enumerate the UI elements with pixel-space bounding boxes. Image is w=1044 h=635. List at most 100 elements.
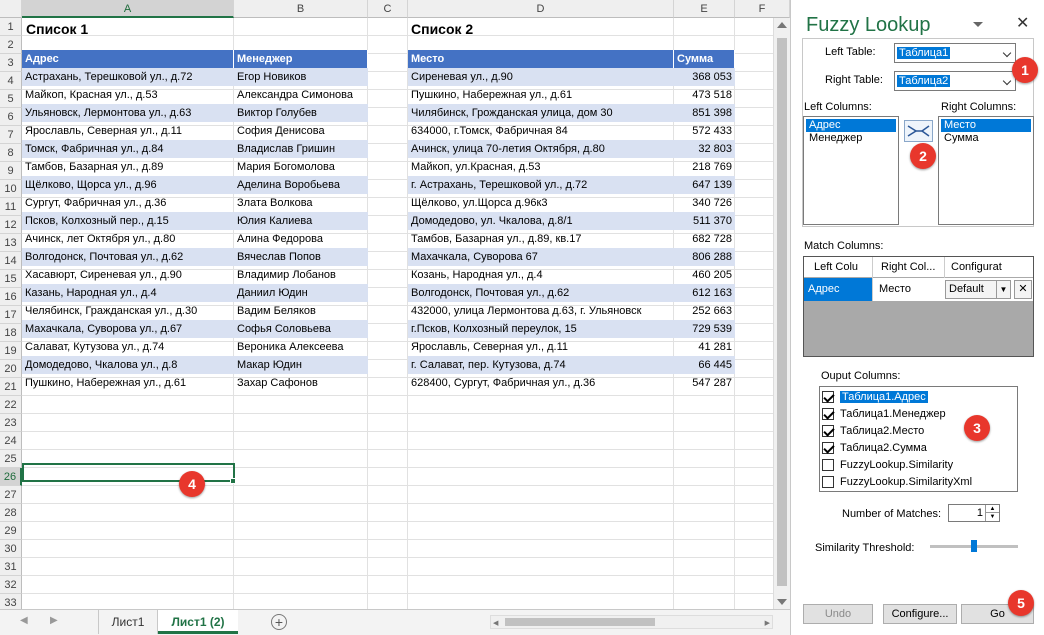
vertical-scroll-thumb[interactable] [777,38,787,586]
delete-match-icon[interactable]: ✕ [1014,280,1032,299]
row-header-10[interactable]: 10 [0,180,22,198]
table-cell[interactable]: Чилябинск, Грожданская улица, дом 30 [408,104,674,122]
row-header-16[interactable]: 16 [0,288,22,306]
row-header-19[interactable]: 19 [0,342,22,360]
table-cell[interactable]: Егор Новиков [234,68,368,86]
table-cell[interactable]: Волгодонск, Почтовая ул., д.62 [22,248,234,266]
checkbox[interactable] [822,425,834,437]
table-cell[interactable]: Челябинск, Гражданская ул., д.30 [22,302,234,320]
table-cell[interactable]: Мария Богомолова [234,158,368,176]
table-cell[interactable]: 572 433 [674,122,735,140]
table-cell[interactable]: Ачинск, улица 70-летия Октября, д.80 [408,140,674,158]
table-cell[interactable]: Захар Сафонов [234,374,368,392]
table-cell[interactable]: 460 205 [674,266,735,284]
row-header-5[interactable]: 5 [0,90,22,108]
undo-button[interactable]: Undo [803,604,873,624]
spreadsheet[interactable]: A B C D E F 1 2 3 4 5 6 7 8 9 10 11 12 13 14 15 16 17 18 1… [0,0,790,635]
fill-handle[interactable] [230,478,236,484]
close-icon[interactable]: ✕ [1016,13,1029,33]
row-header-23[interactable]: 23 [0,414,22,432]
row-header-21[interactable]: 21 [0,378,22,396]
output-column-item[interactable]: FuzzyLookup.Similarity [822,457,1015,474]
table-cell[interactable]: Казань, Народная ул., д.4 [22,284,234,302]
row-header-29[interactable]: 29 [0,522,22,540]
row-header-3[interactable]: 3 [0,54,22,72]
row-header-32[interactable]: 32 [0,576,22,594]
match-columns-row[interactable]: Адрес Место Default ▼ ✕ [804,278,1033,301]
left-table-combo[interactable]: Таблица1 [894,43,1016,63]
row-header-15[interactable]: 15 [0,270,22,288]
select-all-corner[interactable] [0,0,22,18]
output-column-item[interactable]: Таблица2.Сумма [822,440,1015,457]
row-header-12[interactable]: 12 [0,216,22,234]
table-cell[interactable]: Сургут, Фабричная ул., д.36 [22,194,234,212]
number-of-matches-input[interactable]: 1 ▲ ▼ [948,504,1000,522]
table-cell[interactable]: Вадим Беляков [234,302,368,320]
table-cell[interactable]: 368 053 [674,68,735,86]
row-header-6[interactable]: 6 [0,108,22,126]
row-header-13[interactable]: 13 [0,234,22,252]
horizontal-scrollbar[interactable]: ◀ ▶ [490,615,773,629]
column-header-e[interactable]: E [674,0,735,18]
table-cell[interactable]: Майкоп, ул.Красная, д.53 [408,158,674,176]
row-header-25[interactable]: 25 [0,450,22,468]
table-cell[interactable]: 634000, г.Томск, Фабричная 84 [408,122,674,140]
row-header-4[interactable]: 4 [0,72,22,90]
table-cell[interactable]: Ульяновск, Лермонтова ул., д.63 [22,104,234,122]
table-cell[interactable]: Юлия Калиева [234,212,368,230]
scroll-down-icon[interactable] [777,599,787,605]
table-cell[interactable]: 647 139 [674,176,735,194]
row-header-24[interactable]: 24 [0,432,22,450]
table-cell[interactable]: Домодедово, Чкалова ул., д.8 [22,356,234,374]
row-header-30[interactable]: 30 [0,540,22,558]
table-cell[interactable]: г. Астрахань, Терешковой ул., д.72 [408,176,674,194]
table-cell[interactable]: Пушкино, Набережная ул., д.61 [22,374,234,392]
table-cell[interactable]: Домодедово, ул. Чкалова, д.8/1 [408,212,674,230]
column-header-c[interactable]: C [368,0,408,18]
column-header-a[interactable]: A [22,0,234,18]
table-cell[interactable]: Сиреневая ул., д.90 [408,68,674,86]
add-sheet-icon[interactable]: + [271,614,287,630]
left-column-item[interactable]: Адрес [806,119,896,132]
table-cell[interactable]: Злата Волкова [234,194,368,212]
similarity-slider-thumb[interactable] [971,540,977,552]
configure-button[interactable]: Configure... [883,604,957,624]
scroll-right-icon[interactable]: ▶ [765,619,770,627]
table-cell[interactable]: Аделина Воробьева [234,176,368,194]
table-cell[interactable]: София Денисова [234,122,368,140]
table-cell[interactable]: Псков, Колхозный пер., д.15 [22,212,234,230]
panel-options-icon[interactable] [973,22,983,27]
table-cell[interactable]: 340 726 [674,194,735,212]
row-header-17[interactable]: 17 [0,306,22,324]
table-cell[interactable]: 218 769 [674,158,735,176]
table-cell[interactable]: 628400, Сургут, Фабричная ул., д.36 [408,374,674,392]
table-cell[interactable]: Махачкала, Суворова ул., д.67 [22,320,234,338]
row-header-1[interactable]: 1 [0,18,22,36]
table-cell[interactable]: 32 803 [674,140,735,158]
row-header-8[interactable]: 8 [0,144,22,162]
right-column-item[interactable]: Сумма [941,132,1031,145]
match-row-left[interactable]: Адрес [804,278,872,301]
right-table-combo[interactable]: Таблица2 [894,71,1016,91]
table-cell[interactable]: Даниил Юдин [234,284,368,302]
table-cell[interactable]: Салават, Кутузова ул., д.74 [22,338,234,356]
row-header-7[interactable]: 7 [0,126,22,144]
table-cell[interactable]: Ярославль, Северная ул., д.11 [22,122,234,140]
match-row-config-combo[interactable]: Default ▼ [945,280,1011,299]
table-cell[interactable]: 682 728 [674,230,735,248]
table-cell[interactable]: Пушкино, Набережная ул., д.61 [408,86,674,104]
table-cell[interactable]: 851 398 [674,104,735,122]
row-header-26[interactable]: 26 [0,468,22,486]
table-cell[interactable]: 41 281 [674,338,735,356]
match-columns-grid[interactable]: Left Colu Right Col... Configurat Адрес … [803,256,1034,357]
table-cell[interactable]: Владимир Лобанов [234,266,368,284]
checkbox[interactable] [822,442,834,454]
table-cell[interactable]: Козань, Народная ул., д.4 [408,266,674,284]
column-header-d[interactable]: D [408,0,674,18]
table-cell[interactable]: Щёлково, Щорса ул., д.96 [22,176,234,194]
row-header-20[interactable]: 20 [0,360,22,378]
table-cell[interactable]: Хасавюрт, Сиреневая ул., д.90 [22,266,234,284]
table-cell[interactable]: 66 445 [674,356,735,374]
table-cell[interactable]: Волгодонск, Почтовая ул., д.62 [408,284,674,302]
table-cell[interactable]: 473 518 [674,86,735,104]
